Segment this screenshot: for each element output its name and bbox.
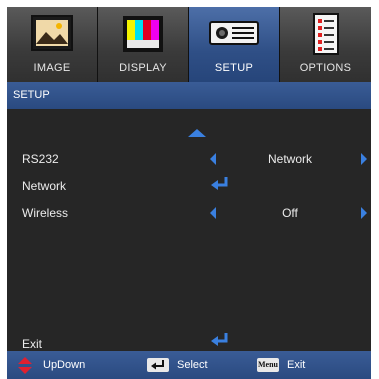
projector-icon — [204, 10, 264, 63]
tab-display[interactable]: DISPLAY — [98, 7, 189, 82]
tab-setup-label: SETUP — [214, 62, 254, 74]
menu-title-bar: SETUP — [7, 82, 371, 109]
updown-hint: UpDown — [43, 359, 86, 371]
display-icon — [117, 10, 169, 63]
select-hint: Select — [177, 359, 208, 371]
rs232-prev-icon[interactable] — [210, 153, 216, 165]
rs232-value: Network — [267, 152, 312, 166]
scroll-up-icon[interactable] — [188, 129, 206, 137]
tab-options-label: OPTIONS — [299, 62, 352, 74]
rs232-label[interactable]: RS232 — [22, 152, 59, 166]
image-icon — [26, 10, 78, 63]
wireless-label[interactable]: Wireless — [22, 206, 68, 220]
exit-hint: Exit — [287, 359, 306, 371]
menu-title: SETUP — [13, 89, 50, 101]
network-label[interactable]: Network — [22, 179, 66, 193]
rs232-next-icon[interactable] — [361, 153, 367, 165]
footer-hint-bar: UpDown Select Menu Exit — [7, 351, 371, 379]
tab-display-label: DISPLAY — [119, 62, 167, 74]
osd-menu: IMAGE DISPLAY SETUP OPTIONS SETUP RS232 … — [7, 7, 371, 379]
options-icon — [306, 10, 346, 63]
tab-options[interactable]: OPTIONS — [280, 7, 371, 82]
updown-icon — [17, 357, 33, 379]
tab-bar: IMAGE DISPLAY SETUP OPTIONS — [7, 7, 371, 82]
menu-key-icon: Menu — [257, 358, 279, 372]
tab-image[interactable]: IMAGE — [7, 7, 98, 82]
wireless-prev-icon[interactable] — [210, 207, 216, 219]
exit-enter-icon[interactable] — [210, 332, 230, 353]
wireless-next-icon[interactable] — [361, 207, 367, 219]
exit-label[interactable]: Exit — [22, 337, 42, 351]
tab-image-label: IMAGE — [33, 62, 71, 74]
tab-setup[interactable]: SETUP — [189, 7, 280, 82]
network-enter-icon[interactable] — [210, 176, 230, 197]
menu-content: RS232 Network Network Wireless Off Exit — [7, 109, 371, 351]
wireless-value: Off — [282, 206, 298, 220]
enter-key-icon — [147, 358, 169, 372]
